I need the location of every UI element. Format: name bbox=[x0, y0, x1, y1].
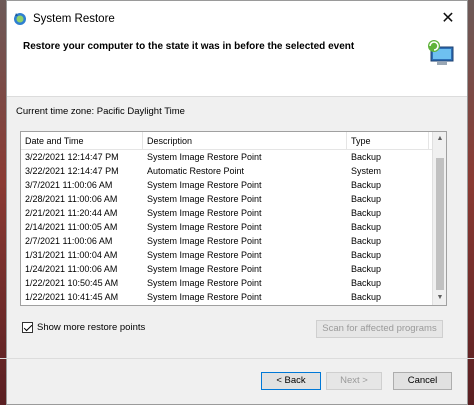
table-row[interactable]: 2/7/2021 11:00:06 AM System Image Restore… bbox=[21, 234, 432, 248]
timezone-label: Current time zone: Pacific Daylight Time bbox=[16, 106, 185, 117]
table-row[interactable]: 3/22/2021 12:14:47 PM System Image Restor… bbox=[21, 150, 432, 164]
table-row[interactable]: 2/21/2021 11:20:44 AM System Image Restor… bbox=[21, 206, 432, 220]
close-icon[interactable]: ✕ bbox=[439, 10, 457, 28]
table-row[interactable]: 1/24/2021 11:00:06 AM System Image Restor… bbox=[21, 262, 432, 276]
row-type: Backup bbox=[351, 278, 382, 288]
system-restore-icon bbox=[14, 13, 26, 25]
table-row[interactable]: 1/22/2021 10:41:45 AM System Image Restor… bbox=[21, 290, 432, 304]
row-description: System Image Restore Point bbox=[147, 264, 262, 274]
list-header: Date and Time Description Type bbox=[21, 132, 446, 150]
row-type: Backup bbox=[351, 180, 382, 190]
row-date: 2/14/2021 11:00:05 AM bbox=[25, 222, 118, 232]
column-header-type[interactable]: Type bbox=[347, 132, 429, 149]
row-description: System Image Restore Point bbox=[147, 180, 262, 190]
row-description: Automatic Restore Point bbox=[147, 166, 245, 176]
show-more-label: Show more restore points bbox=[37, 322, 146, 333]
table-row[interactable]: 1/31/2021 11:00:04 AM System Image Restor… bbox=[21, 248, 432, 262]
row-date: 2/21/2021 11:20:44 AM bbox=[25, 208, 118, 218]
row-type: Backup bbox=[351, 194, 382, 204]
table-row[interactable]: 3/22/2021 12:14:47 PM Automatic Restore P… bbox=[21, 164, 432, 178]
scan-affected-programs-button[interactable]: Scan for affected programs bbox=[316, 320, 443, 338]
next-button[interactable]: Next > bbox=[326, 372, 382, 390]
row-date: 1/31/2021 11:00:04 AM bbox=[25, 250, 118, 260]
list-rows: 3/22/2021 12:14:47 PM System Image Restor… bbox=[21, 150, 432, 304]
row-description: System Image Restore Point bbox=[147, 222, 262, 232]
column-header-date[interactable]: Date and Time bbox=[21, 132, 143, 149]
back-button[interactable]: < Back bbox=[261, 372, 321, 390]
title-bar: System Restore ✕ bbox=[7, 1, 467, 37]
row-type: Backup bbox=[351, 292, 382, 302]
row-type: Backup bbox=[351, 264, 382, 274]
row-type: Backup bbox=[351, 250, 382, 260]
table-row[interactable]: 3/7/2021 11:00:06 AM System Image Restore… bbox=[21, 178, 432, 192]
vertical-scrollbar[interactable]: ▲ ▼ bbox=[432, 132, 446, 305]
row-type: Backup bbox=[351, 152, 382, 162]
column-header-description[interactable]: Description bbox=[143, 132, 347, 149]
row-type: Backup bbox=[351, 236, 382, 246]
cancel-button[interactable]: Cancel bbox=[393, 372, 452, 390]
restore-computer-icon bbox=[428, 40, 454, 65]
scroll-down-icon[interactable]: ▼ bbox=[433, 291, 447, 305]
row-date: 3/22/2021 12:14:47 PM bbox=[25, 152, 119, 162]
scroll-up-icon[interactable]: ▲ bbox=[433, 132, 447, 146]
row-type: Backup bbox=[351, 208, 382, 218]
row-description: System Image Restore Point bbox=[147, 194, 262, 204]
row-type: Backup bbox=[351, 222, 382, 232]
header-area: Restore your computer to the state it wa… bbox=[7, 37, 467, 97]
row-type: System bbox=[351, 166, 382, 176]
scroll-thumb[interactable] bbox=[436, 158, 444, 290]
restore-points-list[interactable]: Date and Time Description Type 3/22/2021… bbox=[20, 131, 447, 306]
show-more-restore-points[interactable]: Show more restore points bbox=[22, 322, 145, 333]
row-date: 1/22/2021 10:41:45 AM bbox=[25, 292, 119, 302]
window-title: System Restore bbox=[33, 13, 115, 25]
row-date: 3/7/2021 11:00:06 AM bbox=[25, 180, 113, 190]
row-description: System Image Restore Point bbox=[147, 250, 262, 260]
table-row[interactable]: 2/14/2021 11:00:05 AM System Image Restor… bbox=[21, 220, 432, 234]
row-description: System Image Restore Point bbox=[147, 208, 262, 218]
table-row[interactable]: 1/22/2021 10:50:45 AM System Image Restor… bbox=[21, 276, 432, 290]
row-date: 1/22/2021 10:50:45 AM bbox=[25, 278, 119, 288]
footer-divider bbox=[0, 358, 474, 359]
row-description: System Image Restore Point bbox=[147, 278, 262, 288]
row-description: System Image Restore Point bbox=[147, 152, 262, 162]
row-date: 3/22/2021 12:14:47 PM bbox=[25, 166, 119, 176]
row-date: 2/28/2021 11:00:06 AM bbox=[25, 194, 118, 204]
table-row[interactable]: 2/28/2021 11:00:06 AM System Image Restor… bbox=[21, 192, 432, 206]
show-more-checkbox[interactable] bbox=[22, 322, 33, 333]
row-description: System Image Restore Point bbox=[147, 236, 262, 246]
row-date: 1/24/2021 11:00:06 AM bbox=[25, 264, 118, 274]
row-description: System Image Restore Point bbox=[147, 292, 262, 302]
page-heading: Restore your computer to the state it wa… bbox=[23, 41, 355, 52]
row-date: 2/7/2021 11:00:06 AM bbox=[25, 236, 113, 246]
